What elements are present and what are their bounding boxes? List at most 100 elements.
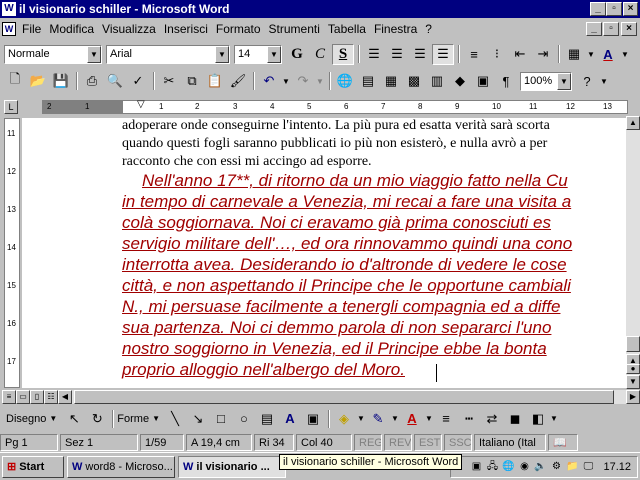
selected-text-line[interactable]: in tempo di carnevale a Venezia, mi reca… <box>122 192 571 212</box>
bold-button[interactable]: G <box>286 44 308 65</box>
close-button[interactable]: × <box>623 2 638 16</box>
menu-inserisci[interactable]: Inserisci <box>160 22 212 36</box>
document-page[interactable]: adoperare onde conseguirne l'intento. La… <box>22 118 626 388</box>
spelling-icon[interactable]: ✓ <box>127 71 149 92</box>
drawing-icon[interactable]: ◆ <box>449 71 471 92</box>
status-page[interactable]: Pg 1 <box>0 434 58 451</box>
chevron-down-icon[interactable]: ▼ <box>557 72 571 90</box>
bulleted-list-icon[interactable]: ⁝ <box>486 44 508 65</box>
document-map-icon[interactable]: ▣ <box>472 71 494 92</box>
folder-icon[interactable]: 📁 <box>565 460 579 474</box>
status-rev[interactable]: REV <box>384 434 412 451</box>
chevron-down-icon[interactable]: ▼ <box>390 408 400 429</box>
columns-icon[interactable]: ▥ <box>426 71 448 92</box>
status-section[interactable]: Sez 1 <box>60 434 138 451</box>
doc-restore-button[interactable]: ▫ <box>603 22 619 36</box>
scroll-up-icon[interactable]: ▲ <box>626 116 640 130</box>
status-pages[interactable]: 1/59 <box>140 434 184 451</box>
doc-minimize-button[interactable]: _ <box>586 22 602 36</box>
shadow-icon[interactable]: ◼ <box>504 408 526 429</box>
page-layout-icon[interactable]: ▯ <box>30 390 44 404</box>
horizontal-ruler[interactable]: L 2 1 ▽ 1 2 3 4 5 6 7 8 9 10 11 12 13 <box>0 98 640 116</box>
selected-text-line[interactable]: città, e non aspettando il Principe che … <box>122 276 571 296</box>
chevron-down-icon[interactable]: ▼ <box>599 71 609 92</box>
style-select[interactable]: Normale ▼ <box>4 44 102 64</box>
task-button-word8[interactable]: W word8 - Microso... <box>67 455 175 478</box>
selected-text-line[interactable]: interrotta avea. Desiderando io d'altron… <box>122 255 567 275</box>
text-line[interactable]: quando questi fogli saranno pubblicati i… <box>122 136 547 152</box>
redo-icon[interactable]: ↷ <box>292 71 314 92</box>
underline-button[interactable]: S <box>332 43 354 65</box>
office-assistant-icon[interactable]: ? <box>576 71 598 92</box>
scroll-right-icon[interactable]: ▶ <box>626 390 640 404</box>
print-preview-icon[interactable]: 🔍 <box>104 71 126 92</box>
select-objects-icon[interactable]: ↖ <box>63 408 85 429</box>
draw-menu[interactable]: Disegno <box>6 413 46 425</box>
fill-color-icon[interactable]: ◈ <box>333 408 355 429</box>
numbered-list-icon[interactable]: ≡ <box>463 44 485 65</box>
vertical-ruler[interactable]: 11 12 13 14 15 16 17 <box>4 118 20 388</box>
arrow-style-icon[interactable]: ⇄ <box>481 408 503 429</box>
outline-view-icon[interactable]: ☷ <box>44 390 58 404</box>
menu-visualizza[interactable]: Visualizza <box>98 22 160 36</box>
start-button[interactable]: ⊞ Start <box>2 455 64 478</box>
globe-icon[interactable]: 🌐 <box>501 460 515 474</box>
online-layout-icon[interactable]: ▭ <box>16 390 30 404</box>
status-ext[interactable]: EST <box>414 434 442 451</box>
task-button-visionario[interactable]: W il visionario ... <box>178 455 286 478</box>
hyperlink-icon[interactable]: 🌐 <box>334 71 356 92</box>
selected-text-line[interactable]: sua partenza. Noi ci demmo parola di non… <box>122 318 551 338</box>
arrow-icon[interactable]: ↘ <box>187 408 209 429</box>
menu-help[interactable]: ? <box>421 22 436 36</box>
status-language[interactable]: Italiano (Ital <box>474 434 546 451</box>
borders-icon[interactable]: ▦ <box>563 44 585 65</box>
chevron-down-icon[interactable]: ▼ <box>267 45 281 63</box>
wordart-icon[interactable]: A <box>279 408 301 429</box>
menu-modifica[interactable]: Modifica <box>45 22 98 36</box>
dash-style-icon[interactable]: ┅ <box>458 408 480 429</box>
undo-icon[interactable]: ↶ <box>258 71 280 92</box>
vertical-scrollbar[interactable]: ▲ ▲ ● ▼ <box>626 116 640 389</box>
tab-selector-icon[interactable]: L <box>4 100 18 114</box>
speaker-icon[interactable]: 🔈 <box>533 460 547 474</box>
h-scroll-thumb[interactable] <box>74 390 614 404</box>
justify-icon[interactable]: ☰ <box>432 43 454 65</box>
print-icon[interactable]: ⎙ <box>81 71 103 92</box>
zoom-select[interactable]: 100% ▼ <box>520 71 572 91</box>
status-rec[interactable]: REG <box>354 434 382 451</box>
status-ovr[interactable]: SSC <box>444 434 472 451</box>
tray-app-icon[interactable]: ▣ <box>469 460 483 474</box>
menu-file[interactable]: File <box>18 22 45 36</box>
network-icon[interactable]: 🖧 <box>485 460 499 474</box>
cut-icon[interactable]: ✂ <box>158 71 180 92</box>
font-select[interactable]: Arial ▼ <box>106 44 230 64</box>
doc-close-button[interactable]: × <box>621 22 637 36</box>
save-icon[interactable]: 💾 <box>50 71 72 92</box>
paste-icon[interactable]: 📋 <box>204 71 226 92</box>
font-color-button[interactable]: A <box>597 44 619 65</box>
line-icon[interactable]: ╲ <box>164 408 186 429</box>
free-rotate-icon[interactable]: ↻ <box>86 408 108 429</box>
selected-text-line[interactable]: N., mi persuase facilmente a tenergli co… <box>122 297 560 317</box>
horizontal-scrollbar[interactable]: ≡ ▭ ▯ ☷ ◀ ▶ <box>0 390 640 404</box>
selected-text-line[interactable]: colà soggiornava. Noi ci eravamo già pri… <box>122 213 551 233</box>
status-position[interactable]: A 19,4 cm <box>186 434 252 451</box>
text-line[interactable]: adoperare onde conseguirne l'intento. La… <box>122 118 550 134</box>
next-page-icon[interactable]: ▼ <box>626 375 640 389</box>
browse-object-icon[interactable]: ● <box>626 364 640 374</box>
increase-indent-icon[interactable]: ⇥ <box>532 44 554 65</box>
show-hide-icon[interactable]: ¶ <box>495 71 517 92</box>
new-document-icon[interactable]: 🗋 <box>4 71 26 92</box>
chevron-down-icon[interactable]: ▼ <box>424 408 434 429</box>
selected-text-line[interactable]: servigio militare dell'…, ed ora rinnova… <box>122 234 572 254</box>
chevron-down-icon[interactable]: ▼ <box>152 414 160 423</box>
document-icon[interactable]: W <box>2 22 16 36</box>
maximize-button[interactable]: ▫ <box>606 2 622 16</box>
selected-text-line[interactable]: nostro soggiorno in Venezia, ed il Princ… <box>122 339 547 359</box>
scroll-left-icon[interactable]: ◀ <box>58 390 72 404</box>
word-app-icon[interactable]: W <box>2 2 16 16</box>
scroll-thumb[interactable] <box>626 336 640 352</box>
clipart-icon[interactable]: ▣ <box>302 408 324 429</box>
indent-marker-icon[interactable]: ▽ <box>137 99 145 110</box>
insert-table-icon[interactable]: ▦ <box>380 71 402 92</box>
